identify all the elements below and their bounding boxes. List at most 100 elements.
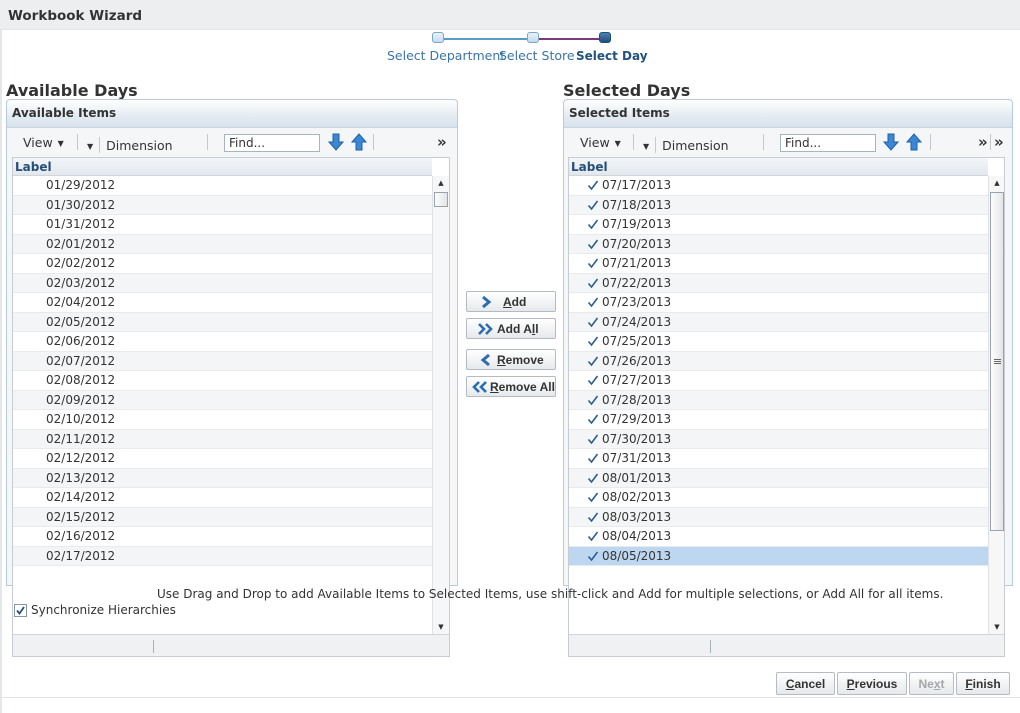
synchronize-hierarchies-checkbox[interactable]: Synchronize Hierarchies <box>14 603 176 617</box>
list-item[interactable]: 02/09/2012 <box>13 390 432 410</box>
list-item-label: 02/09/2012 <box>46 392 116 407</box>
checkbox[interactable] <box>14 603 27 617</box>
selected-items-table: Label 07/17/2013 07/18/2013 07/19/2013 07/2… <box>568 157 1005 657</box>
list-item[interactable]: 02/02/2012 <box>13 254 432 274</box>
list-item[interactable]: 07/27/2013 <box>569 371 988 391</box>
finish-button[interactable]: Finish <box>956 672 1010 695</box>
list-item[interactable]: 02/15/2012 <box>13 507 432 527</box>
overflow-chevron-icon[interactable]: » <box>978 133 988 151</box>
list-item[interactable]: 08/03/2013 <box>569 507 988 527</box>
dimension-menu[interactable]: ▼ Dimension <box>643 134 729 153</box>
scroll-thumb[interactable] <box>434 192 448 207</box>
list-item[interactable]: 02/10/2012 <box>13 410 432 430</box>
list-item-label: 07/19/2013 <box>602 217 672 231</box>
list-item[interactable]: 02/03/2012 <box>13 273 432 293</box>
list-item-label: 02/14/2012 <box>46 490 116 504</box>
checkmark-icon <box>587 258 599 269</box>
list-item[interactable]: 07/19/2013 <box>569 215 988 235</box>
arrow-down-icon[interactable] <box>883 133 899 151</box>
available-vertical-scrollbar[interactable]: ▲ ▼ <box>432 176 449 634</box>
scroll-down-icon[interactable]: ▼ <box>433 620 449 634</box>
list-item[interactable]: 07/20/2013 <box>569 234 988 254</box>
table-footer <box>569 634 1004 656</box>
drag-drop-hint: Use Drag and Drop to add Available Items… <box>157 587 944 601</box>
overflow-chevron-icon[interactable]: » <box>437 133 447 151</box>
list-item[interactable]: 08/02/2013 <box>569 488 988 508</box>
train-step-select-store[interactable]: Select Store <box>499 48 575 63</box>
selected-vertical-scrollbar[interactable]: ▲ ▼ <box>988 176 1004 634</box>
remove-all-button[interactable]: Remove All <box>466 376 556 397</box>
add-all-button[interactable]: Add All <box>466 318 556 339</box>
arrow-up-icon[interactable] <box>906 133 922 151</box>
list-item[interactable]: 07/24/2013 <box>569 312 988 332</box>
list-item[interactable]: 02/16/2012 <box>13 527 432 547</box>
arrow-up-icon[interactable] <box>351 133 367 151</box>
scroll-thumb[interactable] <box>990 192 1004 531</box>
add-button[interactable]: Add <box>466 291 556 312</box>
toolbar-separator <box>990 134 991 150</box>
overflow-chevron-icon[interactable]: » <box>994 133 1004 151</box>
list-item-label: 02/08/2012 <box>46 373 116 387</box>
list-item[interactable]: 02/07/2012 <box>13 351 432 371</box>
list-item-label: 08/05/2013 <box>602 548 672 563</box>
list-item-label: 02/13/2012 <box>46 470 116 485</box>
view-menu[interactable]: View ▼ <box>580 135 621 150</box>
list-item[interactable]: 07/17/2013 <box>569 176 988 196</box>
list-item[interactable]: 07/26/2013 <box>569 351 988 371</box>
toolbar-separator <box>207 134 208 150</box>
list-item[interactable]: 01/31/2012 <box>13 215 432 235</box>
double-chevron-right-icon <box>478 322 493 335</box>
list-item[interactable]: 08/05/2013 <box>569 546 988 566</box>
list-item[interactable]: 02/08/2012 <box>13 371 432 391</box>
list-item[interactable]: 01/29/2012 <box>13 176 432 196</box>
list-item[interactable]: 02/06/2012 <box>13 332 432 352</box>
list-item[interactable]: 01/30/2012 <box>13 195 432 215</box>
list-item[interactable]: 02/01/2012 <box>13 234 432 254</box>
list-item[interactable]: 02/12/2012 <box>13 449 432 469</box>
train-step-select-store-node[interactable] <box>527 32 539 43</box>
scroll-down-icon[interactable]: ▼ <box>989 620 1004 634</box>
column-header-label[interactable]: Label <box>13 158 432 176</box>
list-item[interactable]: 07/29/2013 <box>569 410 988 430</box>
list-item[interactable]: 07/28/2013 <box>569 390 988 410</box>
list-item[interactable]: 02/11/2012 <box>13 429 432 449</box>
list-item[interactable]: 07/30/2013 <box>569 429 988 449</box>
view-menu[interactable]: View ▼ <box>23 135 64 150</box>
checkmark-icon <box>587 414 599 425</box>
remove-button[interactable]: Remove <box>466 349 556 370</box>
train-step-select-department-node[interactable] <box>432 32 444 43</box>
previous-button[interactable]: Previous <box>837 672 907 695</box>
train-step-select-department[interactable]: Select Department <box>387 48 505 63</box>
column-header-label[interactable]: Label <box>569 158 988 176</box>
scroll-up-icon[interactable]: ▲ <box>989 176 1004 190</box>
train-line <box>443 38 528 40</box>
list-item[interactable]: 02/13/2012 <box>13 468 432 488</box>
list-item-label: 07/24/2013 <box>602 314 672 329</box>
list-item[interactable]: 07/18/2013 <box>569 195 988 215</box>
list-item[interactable]: 08/01/2013 <box>569 468 988 488</box>
table-footer <box>13 634 449 656</box>
checkmark-icon <box>587 453 599 464</box>
selected-items-panel: Selected Items View ▼ ▼ Dimension Find... … <box>563 99 1013 657</box>
find-input[interactable]: Find... <box>780 134 876 152</box>
list-item[interactable]: 07/22/2013 <box>569 273 988 293</box>
find-input[interactable]: Find... <box>224 134 320 152</box>
arrow-down-icon[interactable] <box>328 133 344 151</box>
list-item-label: 02/03/2012 <box>46 275 116 290</box>
list-item[interactable]: 08/04/2013 <box>569 527 988 547</box>
list-item[interactable]: 02/04/2012 <box>13 293 432 313</box>
list-item-label: 02/07/2012 <box>46 353 116 368</box>
list-item[interactable]: 07/25/2013 <box>569 332 988 352</box>
scroll-up-icon[interactable]: ▲ <box>433 176 449 190</box>
checkmark-icon <box>587 375 599 386</box>
list-item[interactable]: 02/17/2012 <box>13 546 432 566</box>
list-item[interactable]: 02/14/2012 <box>13 488 432 508</box>
synchronize-hierarchies-label: Synchronize Hierarchies <box>31 603 176 617</box>
dimension-menu[interactable]: ▼ Dimension <box>87 134 173 153</box>
list-item[interactable]: 07/31/2013 <box>569 449 988 469</box>
list-item[interactable]: 07/21/2013 <box>569 254 988 274</box>
checkmark-icon <box>587 336 599 347</box>
cancel-button[interactable]: Cancel <box>776 672 835 695</box>
list-item[interactable]: 07/23/2013 <box>569 293 988 313</box>
list-item[interactable]: 02/05/2012 <box>13 312 432 332</box>
